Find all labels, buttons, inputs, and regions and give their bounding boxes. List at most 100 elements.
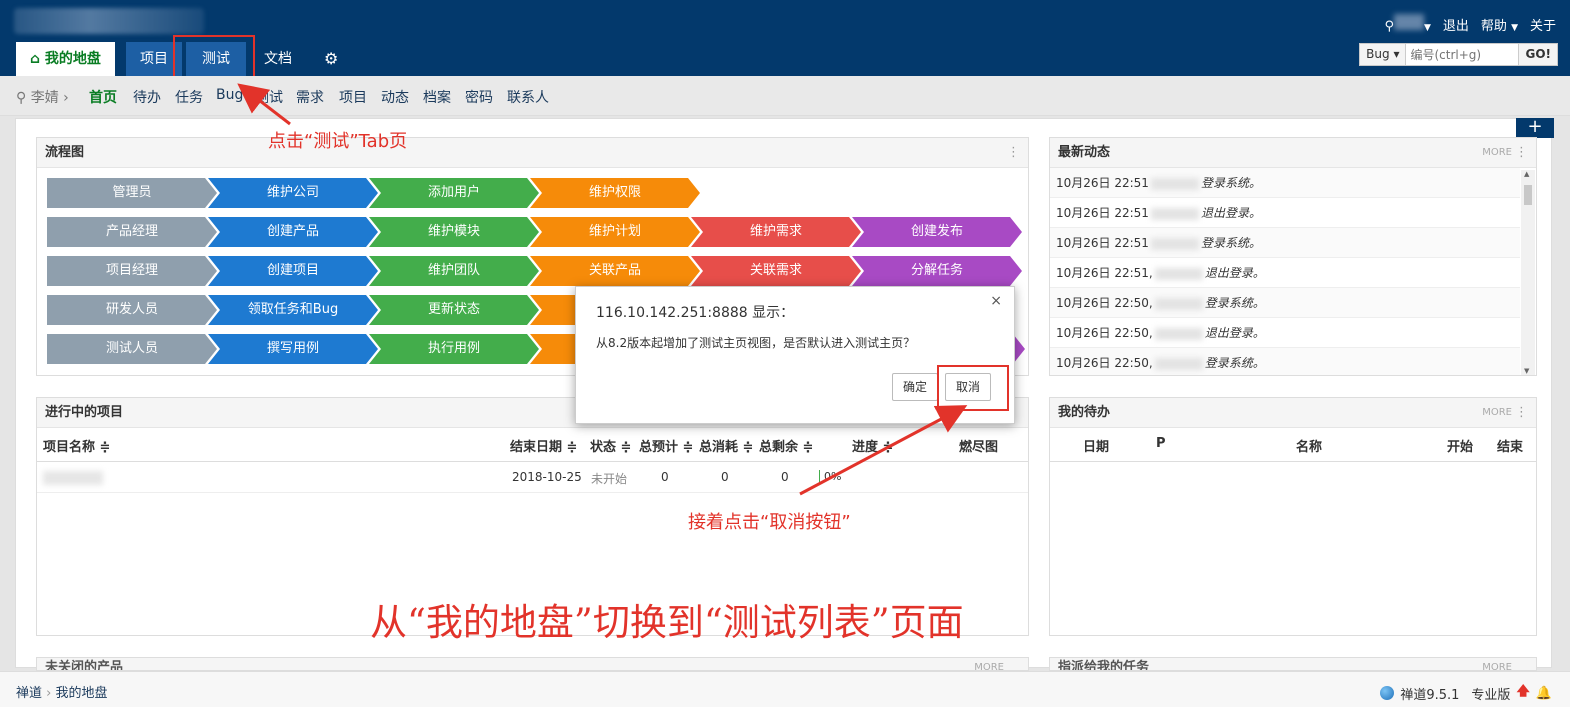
bell-icon[interactable]: 🔔 bbox=[1536, 686, 1552, 701]
col-name[interactable]: 项目名称 ≑ bbox=[43, 436, 110, 455]
sub-navigation: ⚲ 李婧 › 首页 待办 任务 Bug 测试 需求 项目 动态 档案 密码 联系… bbox=[0, 76, 1570, 116]
dialog-title: 116.10.142.251:8888 显示： bbox=[596, 305, 795, 321]
col-estimate[interactable]: 总预计 ≑ bbox=[639, 436, 693, 455]
flow-step[interactable]: 撰写用例 bbox=[208, 334, 378, 364]
subnav-story[interactable]: 需求 bbox=[296, 87, 324, 107]
subnav-test[interactable]: 测试 bbox=[255, 87, 283, 107]
col-consumed[interactable]: 总消耗 ≑ bbox=[699, 436, 753, 455]
flow-step[interactable]: 执行用例 bbox=[369, 334, 539, 364]
version-link[interactable]: 禅道9.5.1 bbox=[1400, 684, 1459, 703]
scrollbar[interactable]: ▲ ▼ bbox=[1521, 170, 1535, 375]
cancel-hint-annotation: 接着点击“取消按钮” bbox=[688, 512, 851, 533]
col-status[interactable]: 状态 ≑ bbox=[590, 436, 631, 455]
breadcrumb-current[interactable]: 我的地盘 bbox=[56, 686, 108, 701]
flow-panel-title: 流程图 bbox=[45, 145, 85, 160]
flow-step[interactable]: 研发人员 bbox=[47, 295, 217, 325]
products-panel: 未关闭的产品 MORE bbox=[36, 657, 1029, 671]
panel-menu-icon[interactable]: ⋮ bbox=[1515, 398, 1528, 428]
flow-step[interactable]: 领取任务和Bug bbox=[208, 295, 378, 325]
cancel-highlight-box bbox=[937, 365, 1009, 411]
subnav-task[interactable]: 任务 bbox=[175, 87, 203, 107]
assigned-tasks-panel: 指派给我的任务 MORE bbox=[1049, 657, 1537, 671]
home-icon: ⌂ bbox=[30, 51, 41, 67]
user-icon[interactable]: ⚲ ▼ bbox=[1384, 14, 1431, 34]
flow-step[interactable]: 添加用户 bbox=[369, 178, 539, 208]
edition-link[interactable]: 专业版 bbox=[1471, 684, 1510, 703]
more-link[interactable]: MORE bbox=[1482, 138, 1512, 168]
table-header: 日期 P 名称 开始 结束 bbox=[1050, 428, 1536, 462]
user-menu-bar: ⚲ ▼ 退出 帮助 ▼ 关于 bbox=[1384, 14, 1556, 34]
dynamics-panel-title: 最新动态 bbox=[1058, 145, 1111, 160]
search-input[interactable] bbox=[1406, 44, 1519, 65]
logout-link[interactable]: 退出 bbox=[1443, 15, 1469, 34]
flow-step[interactable]: 产品经理 bbox=[47, 217, 217, 247]
flow-step[interactable]: 维护团队 bbox=[369, 256, 539, 286]
table-row[interactable]: 2018-10-25 未开始 0 0 0 0% bbox=[37, 462, 1028, 493]
todo-panel: 我的待办 MORE ⋮ 日期 P 名称 开始 结束 bbox=[1049, 397, 1537, 636]
list-item: 10月26日 22:50, 退出登录。 bbox=[1050, 318, 1520, 348]
subnav-home[interactable]: 首页 bbox=[89, 87, 117, 107]
project-name-blurred[interactable] bbox=[43, 471, 103, 485]
company-logo bbox=[14, 8, 204, 34]
close-icon[interactable]: × bbox=[990, 293, 1002, 309]
help-menu[interactable]: 帮助 ▼ bbox=[1481, 15, 1518, 34]
search-go-button[interactable]: GO! bbox=[1518, 44, 1557, 65]
tab-my-dashboard[interactable]: ⌂ 我的地盘 bbox=[16, 42, 115, 76]
col-left[interactable]: 总剩余 ≑ bbox=[759, 436, 813, 455]
table-header: 项目名称 ≑ 结束日期 ≑ 状态 ≑ 总预计 ≑ 总消耗 ≑ 总剩余 ≑ 进度 … bbox=[37, 428, 1028, 462]
flow-step[interactable]: 维护模块 bbox=[369, 217, 539, 247]
list-item: 10月26日 22:50, 登录系统。 bbox=[1050, 348, 1520, 375]
list-item: 10月26日 22:51 登录系统。 bbox=[1050, 168, 1520, 198]
progress-bar: 0% bbox=[819, 470, 841, 483]
flow-step[interactable]: 创建产品 bbox=[208, 217, 378, 247]
dialog-message: 从8.2版本起增加了测试主页视图，是否默认进入测试主页？ bbox=[596, 336, 916, 350]
ok-button[interactable]: 确定 bbox=[892, 373, 939, 401]
list-item: 10月26日 22:51 退出登录。 bbox=[1050, 198, 1520, 228]
flow-step[interactable]: 维护权限 bbox=[530, 178, 700, 208]
zentao-logo-icon bbox=[1380, 686, 1395, 700]
flow-step[interactable]: 测试人员 bbox=[47, 334, 217, 364]
flow-step[interactable]: 创建项目 bbox=[208, 256, 378, 286]
projects-panel-title: 进行中的项目 bbox=[45, 405, 124, 420]
panel-menu-icon[interactable]: ⋮ bbox=[1007, 138, 1020, 168]
flow-step[interactable]: 维护公司 bbox=[208, 178, 378, 208]
flow-step[interactable]: 管理员 bbox=[47, 178, 217, 208]
flow-step[interactable]: 更新状态 bbox=[369, 295, 539, 325]
breadcrumb-home[interactable]: 禅道 bbox=[16, 686, 42, 701]
caption-annotation: 从“我的地盘”切换到“测试列表”页面 bbox=[370, 601, 964, 644]
search-type-select[interactable]: Bug ▾ bbox=[1360, 44, 1407, 65]
gear-icon[interactable]: ⚙ bbox=[310, 42, 352, 76]
subnav-project[interactable]: 项目 bbox=[339, 87, 367, 107]
subnav-dynamic[interactable]: 动态 bbox=[381, 87, 409, 107]
flow-step[interactable]: 关联产品 bbox=[530, 256, 700, 286]
add-block-button[interactable]: + bbox=[1516, 118, 1554, 138]
tab-doc[interactable]: 文档 bbox=[250, 42, 306, 76]
list-item: 10月26日 22:51 登录系统。 bbox=[1050, 228, 1520, 258]
col-end-date[interactable]: 结束日期 ≑ bbox=[510, 436, 577, 455]
flow-step[interactable]: 创建发布 bbox=[852, 217, 1022, 247]
col-burn: 燃尽图 bbox=[959, 440, 999, 455]
subnav-todo[interactable]: 待办 bbox=[133, 87, 161, 107]
list-item: 10月26日 22:50, 登录系统。 bbox=[1050, 288, 1520, 318]
more-link[interactable]: MORE bbox=[1482, 398, 1512, 428]
flow-step[interactable]: 维护计划 bbox=[530, 217, 700, 247]
todo-panel-title: 我的待办 bbox=[1058, 405, 1111, 420]
dynamics-panel: 最新动态 MORE ⋮ 10月26日 22:51 登录系统。 10月26日 22:51… bbox=[1049, 137, 1537, 376]
flow-step[interactable]: 维护需求 bbox=[691, 217, 861, 247]
breadcrumb: 禅道 › 我的地盘 bbox=[16, 686, 108, 701]
flow-step[interactable]: 关联需求 bbox=[691, 256, 861, 286]
flow-step[interactable]: 项目经理 bbox=[47, 256, 217, 286]
subnav-contacts[interactable]: 联系人 bbox=[507, 87, 549, 107]
flow-step[interactable]: 分解任务 bbox=[852, 256, 1022, 286]
subnav-password[interactable]: 密码 bbox=[465, 87, 493, 107]
current-user: ⚲ 李婧 › bbox=[16, 90, 69, 106]
subnav-bug[interactable]: Bug bbox=[216, 87, 243, 103]
footer-bar: 禅道 › 我的地盘 禅道9.5.1 专业版 🡅 🔔 bbox=[0, 671, 1570, 707]
about-link[interactable]: 关于 bbox=[1530, 15, 1556, 34]
col-progress[interactable]: 进度 ≑ bbox=[852, 436, 893, 455]
panel-menu-icon[interactable]: ⋮ bbox=[1515, 138, 1528, 168]
list-item: 10月26日 22:51, 退出登录。 bbox=[1050, 258, 1520, 288]
subnav-profile[interactable]: 档案 bbox=[423, 87, 451, 107]
tab-hint-annotation: 点击“测试”Tab页 bbox=[268, 131, 408, 152]
upgrade-arrow-icon[interactable]: 🡅 bbox=[1516, 682, 1529, 704]
